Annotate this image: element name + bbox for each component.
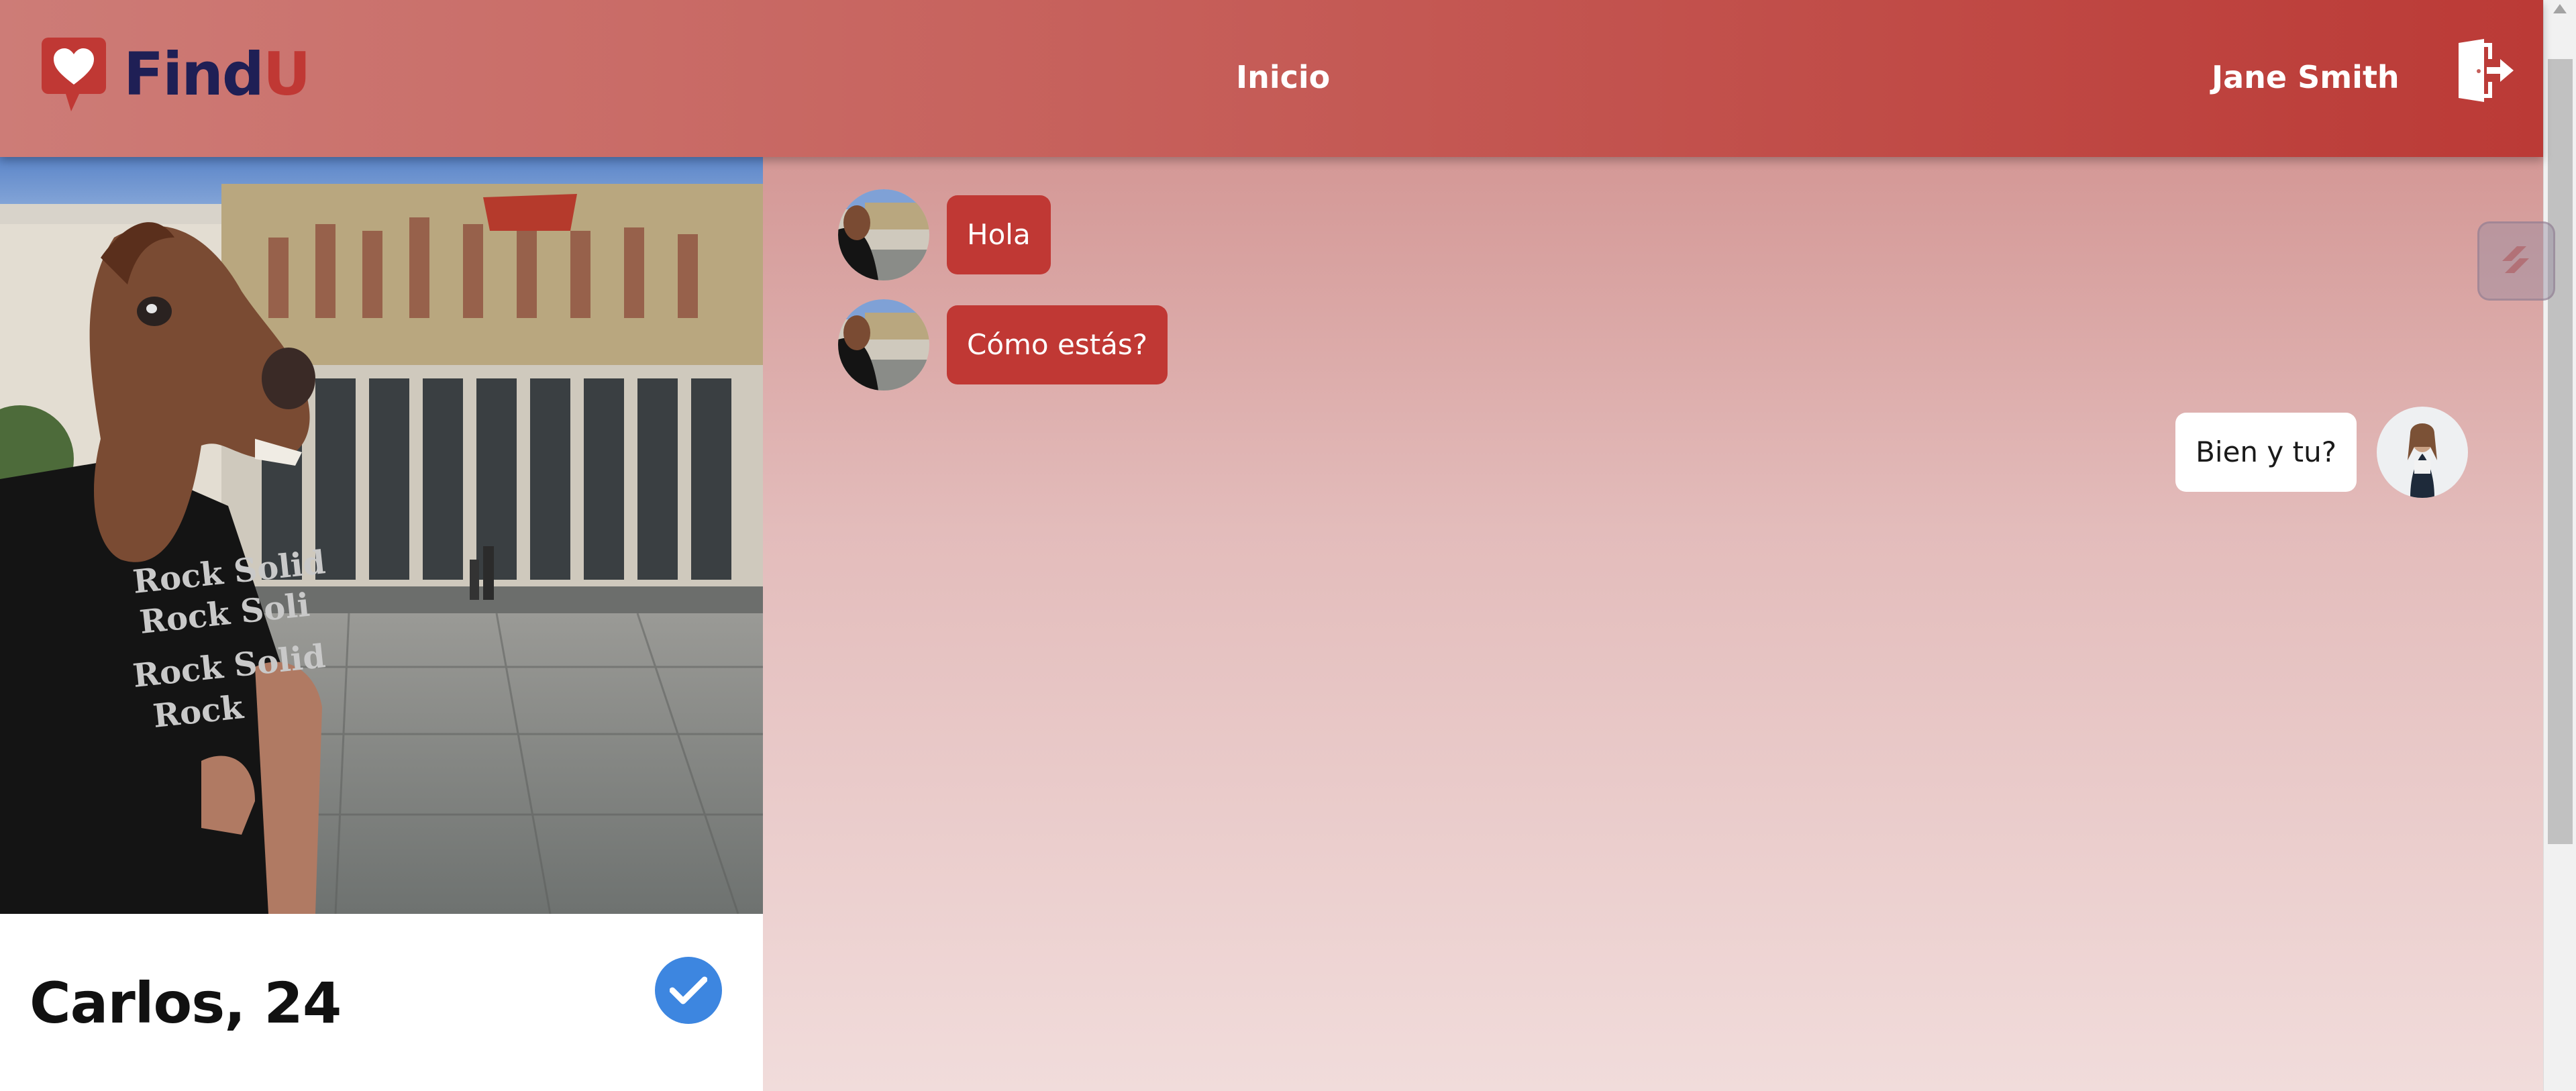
user-avatar[interactable] — [2377, 407, 2468, 498]
user-name: Jane Smith — [2212, 59, 2400, 95]
logo-find: Find — [123, 40, 264, 109]
message-bubble: Hola — [947, 195, 1051, 274]
heart-chat-icon — [42, 38, 106, 111]
profile-name-age: Carlos, 24 — [30, 970, 342, 1036]
message-bubble: Bien y tu? — [2175, 413, 2357, 492]
page-scrollbar[interactable] — [2543, 0, 2576, 1091]
chat-panel: Hola Cómo estás? Bien y tu? — [763, 157, 2543, 1091]
message-row: Bien y tu? — [2175, 407, 2468, 498]
scroll-thumb[interactable] — [2548, 59, 2573, 844]
checkmark-icon — [670, 976, 707, 1004]
match-avatar[interactable] — [838, 189, 929, 280]
match-avatar[interactable] — [838, 299, 929, 391]
message-row: Cómo estás? — [838, 299, 1168, 391]
profile-card: Rock Solid Rock Soli Rock Solid Rock Car… — [0, 157, 763, 1091]
logo-u: U — [262, 40, 311, 109]
logo-text: FindU — [123, 45, 311, 104]
side-widget-icon — [2502, 246, 2529, 273]
verified-badge — [655, 957, 722, 1024]
top-header: FindU Inicio Jane Smith — [0, 0, 2543, 157]
app: FindU Inicio Jane Smith Rock Solid Rock … — [0, 0, 2576, 1091]
scroll-up-arrow[interactable] — [2553, 4, 2567, 13]
profile-photo: Rock Solid Rock Soli Rock Solid Rock — [0, 157, 763, 914]
logout-door-icon[interactable] — [2456, 39, 2514, 102]
nav-home-link[interactable]: Inicio — [1236, 59, 1330, 95]
message-bubble: Cómo estás? — [947, 305, 1168, 384]
message-row: Hola — [838, 189, 1051, 280]
side-widget[interactable] — [2477, 221, 2555, 301]
findu-logo[interactable]: FindU — [42, 38, 311, 111]
